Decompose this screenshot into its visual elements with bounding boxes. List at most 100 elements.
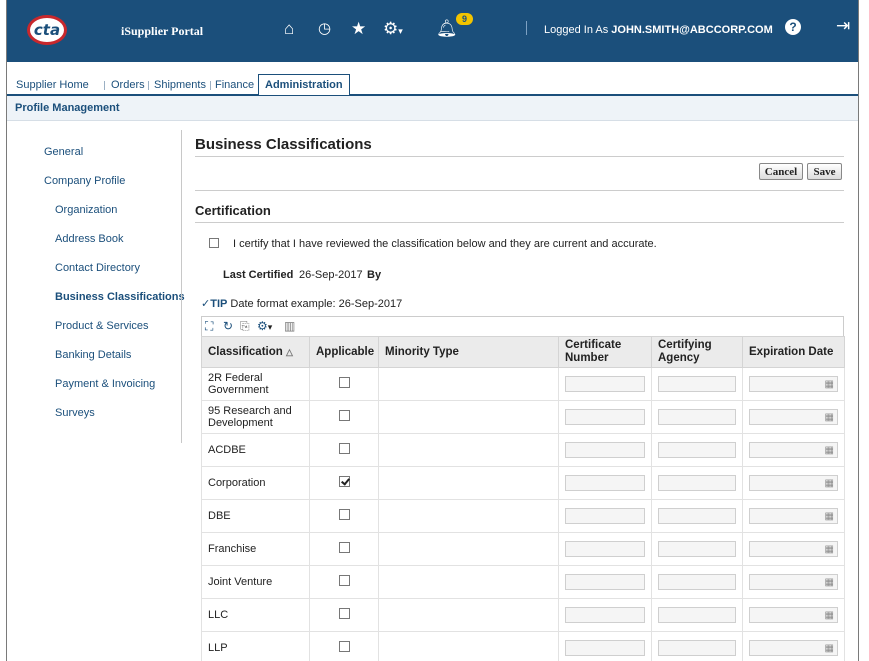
save-button[interactable]: Save <box>807 163 842 180</box>
applicable-checkbox[interactable] <box>338 443 350 454</box>
sidebar-item-organization[interactable]: Organization <box>55 204 117 216</box>
tab-finance[interactable]: Finance <box>215 76 254 94</box>
calendar-icon[interactable]: ▦ <box>825 445 834 457</box>
gear-icon[interactable]: ⚙▾ <box>383 19 403 41</box>
sidebar-item-banking-details[interactable]: Banking Details <box>55 349 131 361</box>
certifying-agency-input[interactable] <box>658 409 736 425</box>
applicable-cell <box>309 631 379 661</box>
certificate-number-input[interactable] <box>565 607 645 623</box>
classification-cell: 2R Federal Government <box>201 367 310 401</box>
sidebar-item-payment-invoicing[interactable]: Payment & Invoicing <box>55 378 155 390</box>
tab-supplier-home[interactable]: Supplier Home <box>16 76 89 94</box>
minority-type-cell <box>378 631 559 661</box>
table-row: LLC ▦ <box>201 598 845 632</box>
sidebar-item-company-profile[interactable]: Company Profile <box>44 175 125 187</box>
table-header-row: Classification △ Applicable Minority Typ… <box>201 336 845 368</box>
calendar-icon[interactable]: ▦ <box>825 412 834 424</box>
applicable-cell <box>309 466 379 500</box>
calendar-icon[interactable]: ▦ <box>825 577 834 589</box>
certifying-agency-cell <box>651 631 743 661</box>
table-row: 2R Federal Government ▦ <box>201 367 845 401</box>
classification-cell: Joint Venture <box>201 565 310 599</box>
certify-checkbox[interactable] <box>209 238 219 248</box>
certificate-number-cell <box>558 499 652 533</box>
certificate-number-input[interactable] <box>565 640 645 656</box>
certification-section-title: Certification <box>195 203 271 218</box>
certificate-number-cell <box>558 532 652 566</box>
home-icon[interactable]: ⌂ <box>284 19 294 39</box>
sidebar-item-contact-directory[interactable]: Contact Directory <box>55 262 140 274</box>
expiration-date-cell: ▦ <box>742 466 845 500</box>
logout-icon[interactable]: ⇥ <box>836 16 850 36</box>
columns-icon[interactable]: ▥ <box>284 319 295 333</box>
help-icon[interactable]: ? <box>785 19 801 35</box>
applicable-checkbox[interactable] <box>338 608 350 619</box>
profile-management-link[interactable]: Profile Management <box>15 102 120 114</box>
expiration-date-cell: ▦ <box>742 367 845 401</box>
classification-cell: LLC <box>201 598 310 632</box>
calendar-icon[interactable]: ▦ <box>825 478 834 490</box>
certificate-number-input[interactable] <box>565 508 645 524</box>
clock-icon[interactable]: ◷ <box>318 19 331 39</box>
applicable-checkbox[interactable] <box>338 377 350 388</box>
certifying-agency-input[interactable] <box>658 475 736 491</box>
calendar-icon[interactable]: ▦ <box>825 379 834 391</box>
calendar-icon[interactable]: ▦ <box>825 511 834 523</box>
applicable-cell <box>309 499 379 533</box>
classification-cell: 95 Research and Development <box>201 400 310 434</box>
classifications-table: Classification △ Applicable Minority Typ… <box>201 336 845 661</box>
certifying-agency-input[interactable] <box>658 640 736 656</box>
calendar-icon[interactable]: ▦ <box>825 610 834 622</box>
certificate-number-input[interactable] <box>565 541 645 557</box>
tip-label: TIP <box>210 298 228 310</box>
sort-icon[interactable]: △ <box>286 347 293 357</box>
certificate-number-input[interactable] <box>565 574 645 590</box>
applicable-checkbox[interactable] <box>338 509 350 520</box>
sidebar-item-general[interactable]: General <box>44 146 83 158</box>
applicable-checkbox[interactable] <box>338 476 350 487</box>
sidebar-item-product-services[interactable]: Product & Services <box>55 320 149 332</box>
tab-orders[interactable]: Orders <box>111 76 145 94</box>
applicable-checkbox[interactable] <box>338 410 350 421</box>
certificate-number-input[interactable] <box>565 409 645 425</box>
calendar-icon[interactable]: ▦ <box>825 544 834 556</box>
settings-icon[interactable]: ⚙▾ <box>257 319 272 334</box>
certifying-agency-input[interactable] <box>658 442 736 458</box>
certifying-agency-cell <box>651 367 743 401</box>
refresh-icon[interactable]: ↻ <box>223 319 233 333</box>
minority-type-cell <box>378 499 559 533</box>
sidebar-item-address-book[interactable]: Address Book <box>55 233 123 245</box>
certifying-agency-input[interactable] <box>658 376 736 392</box>
main-tabs: Supplier Home Orders Shipments Finance A… <box>7 74 858 96</box>
certifying-agency-cell <box>651 433 743 467</box>
certificate-number-input[interactable] <box>565 442 645 458</box>
sidebar-item-business-classifications[interactable]: Business Classifications <box>55 291 185 303</box>
applicable-cell <box>309 367 379 401</box>
detach-icon[interactable]: ⛶ <box>205 319 213 333</box>
export-icon[interactable]: ⎘ <box>240 319 250 333</box>
tab-shipments[interactable]: Shipments <box>154 76 206 94</box>
tab-administration[interactable]: Administration <box>258 74 350 95</box>
sidebar-item-surveys[interactable]: Surveys <box>55 407 95 419</box>
certificate-number-input[interactable] <box>565 475 645 491</box>
certificate-number-cell <box>558 466 652 500</box>
certifying-agency-input[interactable] <box>658 541 736 557</box>
certifying-agency-cell <box>651 598 743 632</box>
certifying-agency-input[interactable] <box>658 508 736 524</box>
cta-logo[interactable]: cta <box>27 15 67 45</box>
star-icon[interactable]: ★ <box>351 19 366 39</box>
logged-in-status: Logged In As JOHN.SMITH@ABCCORP.COM <box>544 24 773 36</box>
column-header-classification[interactable]: Classification △ <box>201 336 310 368</box>
minority-type-cell <box>378 565 559 599</box>
bell-icon[interactable]: 🔔︎ <box>436 19 458 39</box>
cancel-button[interactable]: Cancel <box>759 163 803 180</box>
applicable-checkbox[interactable] <box>338 542 350 553</box>
certifying-agency-input[interactable] <box>658 607 736 623</box>
title-rule <box>195 156 844 157</box>
calendar-icon[interactable]: ▦ <box>825 643 834 655</box>
page-title: Business Classifications <box>195 136 372 153</box>
applicable-checkbox[interactable] <box>338 575 350 586</box>
applicable-checkbox[interactable] <box>338 641 350 652</box>
certifying-agency-input[interactable] <box>658 574 736 590</box>
certificate-number-input[interactable] <box>565 376 645 392</box>
